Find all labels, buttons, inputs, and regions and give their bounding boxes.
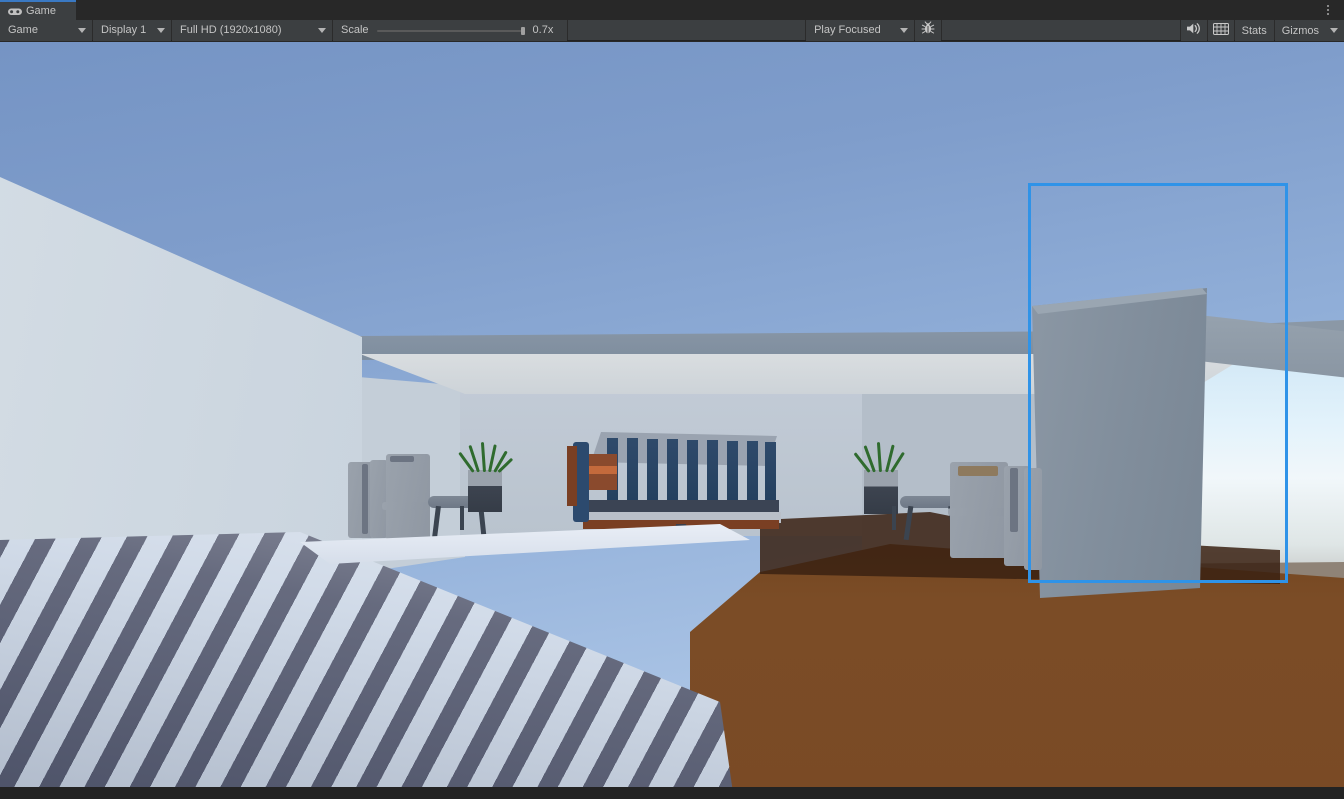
resolution-label: Full HD (1920x1080) bbox=[180, 24, 282, 36]
stats-grid-button[interactable] bbox=[1207, 20, 1234, 41]
plant-leaf bbox=[480, 441, 486, 473]
chair-head-rest bbox=[958, 466, 998, 476]
debug-button[interactable] bbox=[915, 20, 942, 41]
view-mode-label: Game bbox=[8, 24, 38, 36]
chevron-down-icon bbox=[78, 28, 86, 33]
tab-game[interactable]: Game bbox=[0, 0, 76, 20]
scale-slider-track bbox=[376, 30, 525, 32]
plant-pot-left bbox=[468, 470, 502, 512]
table-leg bbox=[903, 505, 914, 541]
scale-value: 0.7x bbox=[532, 24, 554, 36]
bottom-edge-strip bbox=[0, 787, 1344, 799]
game-view-toolbar: Game Display 1 Full HD (1920x1080) Scale… bbox=[0, 20, 1344, 41]
scale-label: Scale bbox=[341, 24, 369, 36]
bench-slat bbox=[727, 441, 738, 502]
toolbar-spacer-left bbox=[567, 20, 806, 40]
table-leg bbox=[432, 505, 441, 539]
chevron-down-icon bbox=[318, 28, 326, 33]
chevron-down-icon[interactable] bbox=[1330, 28, 1339, 33]
play-mode-label: Play Focused bbox=[814, 24, 881, 36]
tab-game-label: Game bbox=[26, 4, 56, 17]
bug-icon bbox=[921, 21, 935, 40]
game-view-render[interactable] bbox=[0, 42, 1344, 787]
chair-arm-rail bbox=[948, 508, 1010, 516]
bench-slat bbox=[647, 439, 658, 502]
plant-leaf bbox=[876, 441, 882, 473]
chair-body bbox=[386, 454, 430, 540]
unity-editor-window: Game Game Display 1 Full HD (1920x1080) … bbox=[0, 0, 1344, 799]
table-leg bbox=[460, 506, 464, 530]
grey-column[interactable] bbox=[1032, 288, 1207, 598]
bench-slat bbox=[707, 440, 718, 502]
speaker-icon bbox=[1186, 22, 1202, 40]
tab-bar: Game bbox=[0, 0, 1344, 20]
scale-slider[interactable] bbox=[376, 20, 525, 41]
play-mode-dropdown[interactable]: Play Focused bbox=[806, 20, 915, 41]
resolution-dropdown[interactable]: Full HD (1920x1080) bbox=[172, 20, 332, 41]
toolbar-spacer-right bbox=[942, 20, 1180, 40]
stats-label: Stats bbox=[1241, 24, 1267, 37]
stats-button[interactable]: Stats bbox=[1234, 20, 1274, 41]
right-chair-table-group[interactable] bbox=[853, 438, 1052, 588]
bench-slat bbox=[765, 442, 776, 502]
table-leg bbox=[892, 506, 896, 530]
scale-slider-thumb[interactable] bbox=[520, 27, 525, 35]
gamepad-icon bbox=[8, 7, 22, 16]
grid-icon bbox=[1212, 22, 1229, 40]
chevron-down-icon bbox=[900, 28, 909, 33]
chair-back-right bbox=[1024, 468, 1042, 570]
mute-audio-button[interactable] bbox=[1180, 20, 1207, 41]
chevron-down-icon bbox=[157, 28, 165, 33]
bench-slat bbox=[627, 438, 638, 502]
display-label: Display 1 bbox=[101, 24, 147, 36]
gizmos-label: Gizmos bbox=[1274, 20, 1327, 41]
gizmos-button[interactable]: Gizmos bbox=[1274, 20, 1344, 41]
blue-bench[interactable] bbox=[567, 424, 785, 542]
chair-arm-rail bbox=[382, 502, 430, 510]
chair-back-seam bbox=[362, 464, 368, 534]
bench-slat bbox=[747, 441, 758, 502]
bench-slat bbox=[687, 440, 698, 502]
bench-slat bbox=[667, 439, 678, 502]
bench-arm-wood bbox=[567, 446, 577, 506]
bench-cushion-stripe bbox=[587, 466, 617, 474]
chair-back-seam bbox=[1010, 468, 1018, 532]
chair-head-rest bbox=[390, 456, 414, 462]
view-mode-dropdown[interactable]: Game bbox=[0, 20, 92, 41]
kebab-menu-icon[interactable] bbox=[1322, 2, 1334, 18]
scale-control[interactable]: Scale 0.7x bbox=[333, 20, 567, 41]
display-dropdown[interactable]: Display 1 bbox=[93, 20, 171, 41]
